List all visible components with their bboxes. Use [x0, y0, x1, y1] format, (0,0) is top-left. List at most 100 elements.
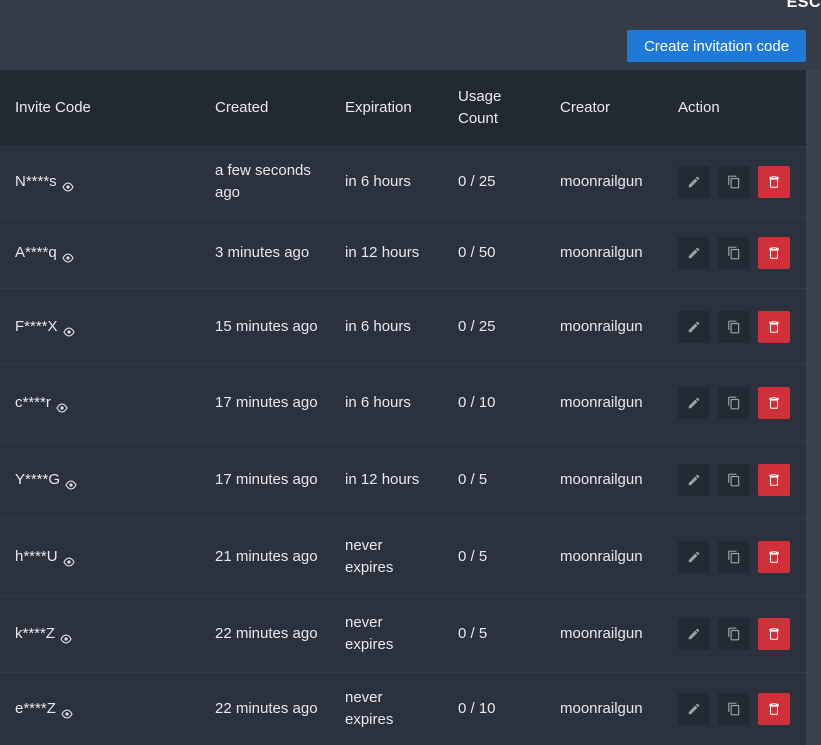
copy-icon: [727, 473, 741, 487]
eye-icon[interactable]: [65, 475, 77, 490]
row-actions: [678, 464, 790, 496]
edit-button[interactable]: [678, 541, 710, 573]
create-invitation-code-button[interactable]: Create invitation code: [627, 30, 806, 62]
row-actions: [678, 166, 790, 198]
table-row: Y****G 17 minutes ago in 12 hours 0 / 5 moon…: [0, 441, 806, 518]
invite-code-cell: F****X: [15, 316, 75, 338]
created-cell: 22 minutes ago: [215, 625, 318, 642]
corner-label: ESC: [786, 0, 821, 11]
eye-icon[interactable]: [60, 629, 72, 644]
delete-button[interactable]: [758, 237, 790, 269]
invite-code-text: A****q: [15, 244, 57, 261]
created-cell: 15 minutes ago: [215, 317, 318, 335]
expiration-cell: in 12 hours: [345, 244, 420, 261]
invite-code-text: c****r: [15, 394, 51, 411]
delete-button[interactable]: [758, 387, 790, 419]
invite-code-text: e****Z: [15, 700, 56, 717]
invite-code-text: Y****G: [15, 471, 61, 488]
table-row: h****U 21 minutes ago never expires 0 / 5 mo…: [0, 518, 806, 595]
trash-icon: [767, 396, 781, 410]
copy-button[interactable]: [718, 618, 750, 650]
column-header-invite-code: Invite Code: [15, 99, 91, 116]
table-row: c****r 17 minutes ago in 6 hours 0 / 10 moon…: [0, 364, 806, 441]
usage-count-cell: 0 / 10: [458, 394, 496, 411]
column-header-creator: Creator: [560, 99, 611, 116]
edit-button[interactable]: [678, 387, 710, 419]
invite-code-text: h****U: [15, 548, 58, 565]
delete-button[interactable]: [758, 618, 790, 650]
copy-button[interactable]: [718, 464, 750, 496]
delete-button[interactable]: [758, 541, 790, 573]
eye-icon[interactable]: [62, 177, 74, 192]
invite-code-text: F****X: [15, 317, 58, 335]
eye-icon[interactable]: [62, 248, 74, 263]
invite-code-cell: N****s: [15, 171, 74, 193]
delete-button[interactable]: [758, 310, 790, 343]
table-header: Invite Code Created Expiration Usage Cou…: [0, 70, 806, 146]
copy-button[interactable]: [718, 387, 750, 419]
top-bar: ESC Create invitation code: [0, 0, 821, 70]
invite-code-cell: k****Z: [15, 623, 72, 645]
edit-button[interactable]: [678, 310, 710, 343]
expiration-cell: never expires: [345, 614, 394, 653]
pencil-icon: [687, 702, 701, 716]
table-row: F****X 15 minutes ago in 6 hours 0 / 25 moon…: [0, 288, 806, 364]
table-row: A****q 3 minutes ago in 12 hours 0 / 50 moon…: [0, 217, 806, 288]
trash-icon: [767, 702, 781, 716]
copy-button[interactable]: [718, 310, 750, 343]
expiration-cell: never expires: [345, 689, 394, 728]
creator-cell: moonrailgun: [560, 471, 643, 488]
copy-button[interactable]: [718, 166, 750, 198]
copy-button[interactable]: [718, 237, 750, 269]
expiration-cell: never expires: [345, 537, 394, 576]
copy-icon: [727, 550, 741, 564]
copy-icon: [727, 175, 741, 189]
usage-count-cell: 0 / 5: [458, 625, 488, 642]
edit-button[interactable]: [678, 166, 710, 198]
creator-cell: moonrailgun: [560, 625, 643, 642]
trash-icon: [767, 175, 781, 189]
creator-cell: moonrailgun: [560, 548, 643, 565]
created-cell: 21 minutes ago: [215, 548, 318, 565]
delete-button[interactable]: [758, 693, 790, 725]
trash-icon: [767, 473, 781, 487]
eye-icon[interactable]: [62, 552, 75, 567]
eye-icon[interactable]: [62, 322, 75, 337]
edit-button[interactable]: [678, 464, 710, 496]
eye-icon[interactable]: [56, 398, 68, 413]
invite-code-cell: Y****G: [15, 469, 77, 491]
pencil-icon: [687, 627, 701, 641]
row-actions: [678, 310, 790, 343]
copy-button[interactable]: [718, 541, 750, 573]
row-actions: [678, 237, 790, 269]
delete-button[interactable]: [758, 166, 790, 198]
delete-button[interactable]: [758, 464, 790, 496]
scrollbar[interactable]: [806, 70, 821, 745]
edit-button[interactable]: [678, 237, 710, 269]
created-cell: 22 minutes ago: [215, 700, 318, 717]
column-header-expiration: Expiration: [345, 99, 412, 116]
edit-button[interactable]: [678, 693, 710, 725]
invite-code-cell: c****r: [15, 392, 68, 414]
creator-cell: moonrailgun: [560, 700, 643, 717]
pencil-icon: [687, 396, 701, 410]
pencil-icon: [687, 175, 701, 189]
row-actions: [678, 618, 790, 650]
column-header-usage-count: Usage Count: [458, 86, 501, 130]
column-header-usage-line1: Usage: [458, 88, 502, 105]
row-actions: [678, 387, 790, 419]
trash-icon: [767, 627, 781, 641]
invite-code-cell: A****q: [15, 242, 74, 264]
usage-count-cell: 0 / 5: [458, 471, 488, 488]
copy-button[interactable]: [718, 693, 750, 725]
expiration-cell: in 12 hours: [345, 471, 420, 488]
column-header-action: Action: [678, 99, 720, 116]
creator-cell: moonrailgun: [560, 173, 643, 190]
column-header-created: Created: [215, 99, 269, 116]
pencil-icon: [687, 320, 701, 334]
copy-icon: [727, 396, 741, 410]
eye-icon[interactable]: [61, 704, 73, 719]
edit-button[interactable]: [678, 618, 710, 650]
invite-code-cell: h****U: [15, 546, 75, 568]
usage-count-cell: 0 / 5: [458, 548, 488, 565]
